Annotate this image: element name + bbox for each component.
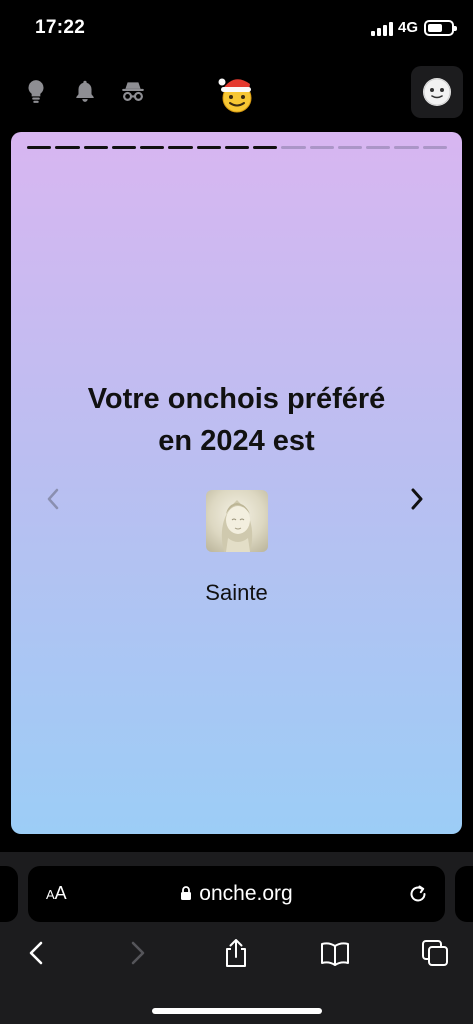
bookmarks-icon[interactable]	[320, 938, 350, 968]
incognito-icon[interactable]	[120, 78, 146, 104]
progress-segment	[366, 146, 391, 149]
progress-segment	[224, 146, 250, 149]
previous-tab-preview[interactable]	[0, 866, 18, 922]
network-type: 4G	[398, 19, 419, 36]
tabs-icon[interactable]	[420, 938, 450, 968]
progress-segment	[111, 146, 137, 149]
card-title: Votre onchois préféré en 2024 est	[87, 383, 386, 457]
next-arrow-icon[interactable]	[407, 486, 427, 512]
story-progress-bar	[27, 146, 447, 149]
browser-toolbar: AA onche.org	[0, 852, 473, 1024]
progress-segment	[337, 146, 363, 149]
battery-icon	[424, 20, 457, 36]
back-icon[interactable]	[22, 938, 52, 968]
progress-segment	[422, 146, 447, 149]
santa-emoji-logo[interactable]	[216, 74, 256, 114]
progress-segment	[394, 146, 419, 149]
progress-segment	[168, 146, 193, 149]
next-tab-preview[interactable]	[455, 866, 473, 922]
top-nav	[0, 58, 473, 130]
lightbulb-icon[interactable]	[23, 78, 49, 104]
status-bar: 17:22 4G	[0, 0, 473, 58]
progress-segment	[309, 146, 334, 149]
sticker-name: Sainte	[205, 580, 268, 605]
avatar-icon	[423, 78, 451, 106]
progress-segment	[83, 146, 108, 149]
progress-segment	[27, 146, 52, 149]
progress-segment	[253, 146, 278, 149]
lock-icon	[181, 886, 192, 900]
sticker-image	[206, 490, 268, 552]
forward-icon[interactable]	[122, 938, 152, 968]
home-indicator	[152, 1008, 322, 1014]
signal-icon	[371, 22, 393, 36]
avatar-button[interactable]	[411, 66, 463, 118]
url-display[interactable]: onche.org	[28, 882, 445, 906]
reload-icon[interactable]	[406, 882, 430, 906]
url-text: onche.org	[199, 882, 293, 905]
address-bar[interactable]: AA onche.org	[28, 866, 445, 922]
story-card[interactable]: Votre onchois préféré en 2024 est Sainte	[11, 132, 462, 834]
status-time: 17:22	[35, 17, 86, 38]
progress-segment	[140, 146, 165, 149]
bell-icon[interactable]	[72, 78, 98, 104]
progress-segment	[55, 146, 80, 149]
previous-arrow-icon[interactable]	[43, 486, 63, 512]
progress-segment	[196, 146, 221, 149]
progress-segment	[281, 146, 306, 149]
share-icon[interactable]	[221, 938, 251, 968]
